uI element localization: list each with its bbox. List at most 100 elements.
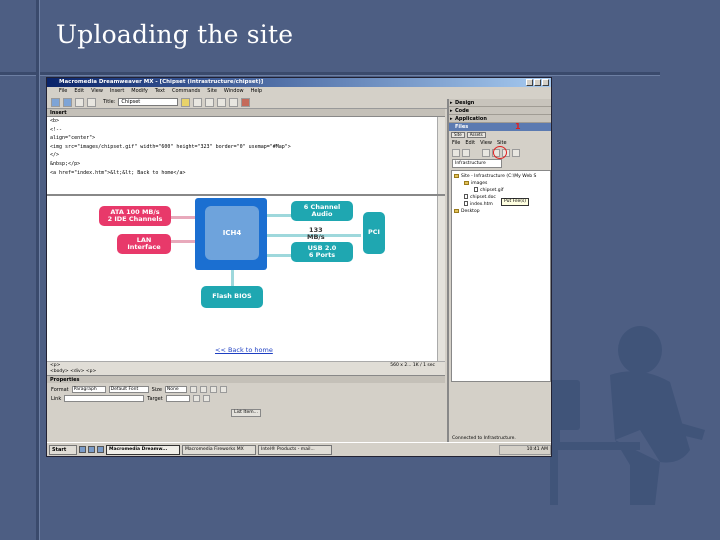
format-select[interactable]: Paragraph xyxy=(71,386,106,393)
design-view[interactable]: ATA 100 MB/s 2 IDE Channels LAN Interfac… xyxy=(47,196,445,361)
system-clock: 10:41 AM xyxy=(499,444,551,455)
current-tag[interactable]: <p> xyxy=(50,363,60,368)
refresh-files-icon[interactable] xyxy=(462,148,470,157)
menu-modify[interactable]: Modify xyxy=(131,87,148,96)
menu-view[interactable]: View xyxy=(91,87,103,96)
quick-launch-icon[interactable] xyxy=(97,446,104,453)
files-menu-file[interactable]: File xyxy=(452,139,460,147)
code-line: <b> xyxy=(50,118,60,124)
task-dreamweaver[interactable]: Macromedia Dreamw... xyxy=(106,444,180,455)
back-to-home-link[interactable]: << Back to home xyxy=(215,346,273,354)
size-select[interactable]: None xyxy=(164,386,187,393)
menu-help[interactable]: Help xyxy=(251,87,262,96)
files-menu-view[interactable]: View xyxy=(480,139,492,147)
check-in-icon[interactable] xyxy=(512,148,520,157)
align-left-icon[interactable] xyxy=(209,386,217,393)
files-menu-edit[interactable]: Edit xyxy=(465,139,475,147)
menu-window[interactable]: Window xyxy=(224,87,244,96)
window-size-download: 560 x 2... 1K / 1 sec xyxy=(390,363,435,368)
align-center-icon[interactable] xyxy=(219,386,227,393)
dreamweaver-screenshot: Macromedia Dreamweaver MX - [Chipset (in… xyxy=(46,77,552,457)
tag-selector-bar: <p> 560 x 2... 1K / 1 sec xyxy=(47,361,445,368)
menu-insert[interactable]: Insert xyxy=(110,87,124,96)
code-view[interactable]: <b> <!-- align="center"> <img src="image… xyxy=(47,117,445,196)
panel-application[interactable]: Application xyxy=(449,115,551,123)
code-line: </> xyxy=(50,152,60,159)
bus-speed-label: 133 MB/s xyxy=(307,226,325,241)
desktop-icon xyxy=(454,208,459,213)
view-options-icon[interactable] xyxy=(241,97,251,107)
insert-bar[interactable]: Insert xyxy=(47,109,445,117)
close-button[interactable] xyxy=(542,79,549,86)
get-file-icon[interactable] xyxy=(482,148,490,157)
panel-code[interactable]: Code xyxy=(449,107,551,115)
tree-item[interactable]: chipset.gif xyxy=(454,187,548,194)
connection-status: Connected to Infrastructure. xyxy=(452,436,516,441)
unordered-list-icon[interactable] xyxy=(192,395,200,402)
size-label: Size xyxy=(151,386,162,393)
connector-line xyxy=(167,216,197,219)
task-fireworks[interactable]: Macromedia Fireworks MX xyxy=(182,444,256,455)
quick-launch-icon[interactable] xyxy=(79,446,86,453)
design-scrollbar[interactable] xyxy=(437,196,445,361)
maximize-button[interactable] xyxy=(534,79,541,86)
font-select[interactable]: Default Font xyxy=(108,386,149,393)
window-title: Macromedia Dreamweaver MX - [Chipset (in… xyxy=(59,79,264,85)
panel-files[interactable]: Files xyxy=(449,123,551,131)
code-view-icon[interactable] xyxy=(51,97,60,107)
live-data-icon[interactable] xyxy=(87,97,96,107)
refresh-icon[interactable] xyxy=(205,97,215,107)
file-icon xyxy=(464,201,468,206)
title-label: Title: xyxy=(103,99,116,105)
code-scrollbar[interactable] xyxy=(437,117,445,194)
site-select[interactable]: Infrastructure xyxy=(452,159,502,168)
document-area: Insert <b> <!-- align="center"> <img src… xyxy=(47,109,445,456)
reference-icon[interactable] xyxy=(217,97,227,107)
format-label: Format xyxy=(51,386,69,393)
properties-header[interactable]: Properties xyxy=(47,375,445,383)
connector-line xyxy=(167,240,197,243)
audio-box: 6 Channel Audio xyxy=(291,201,353,221)
quick-launch-icon[interactable] xyxy=(88,446,95,453)
connect-icon[interactable] xyxy=(452,148,460,157)
tag-path[interactable]: <body> <div> <p> xyxy=(47,368,445,375)
split-view-icon[interactable] xyxy=(63,97,72,107)
task-browser[interactable]: Intel® Products - mail... xyxy=(258,444,332,455)
ordered-list-icon[interactable] xyxy=(202,395,210,402)
panel-design[interactable]: Design xyxy=(449,99,551,107)
window-titlebar: Macromedia Dreamweaver MX - [Chipset (in… xyxy=(47,78,551,87)
start-button[interactable]: Start xyxy=(49,444,77,455)
menu-site[interactable]: Site xyxy=(207,87,217,96)
pci-box: PCI xyxy=(363,212,385,254)
target-label: Target xyxy=(147,395,163,402)
code-navigation-icon[interactable] xyxy=(229,97,239,107)
code-line: align="center"> xyxy=(50,135,96,142)
minimize-button[interactable] xyxy=(526,79,533,86)
annotation-number: 1 xyxy=(515,122,521,131)
italic-icon[interactable] xyxy=(199,386,207,393)
bold-icon[interactable] xyxy=(189,386,197,393)
preview-icon[interactable] xyxy=(193,97,203,107)
tab-assets[interactable]: Assets xyxy=(466,132,486,138)
file-management-icon[interactable] xyxy=(181,97,191,107)
menu-edit[interactable]: Edit xyxy=(74,87,84,96)
link-input[interactable] xyxy=(64,395,145,402)
tree-item[interactable]: Site - Infrastructure (C:\My Web S xyxy=(454,173,548,180)
target-select[interactable] xyxy=(165,395,190,402)
files-tabs: Site Assets xyxy=(449,131,551,139)
folder-icon xyxy=(454,173,459,178)
design-view-icon[interactable] xyxy=(75,97,84,107)
bios-box: Flash BIOS xyxy=(201,286,263,308)
menu-commands[interactable]: Commands xyxy=(172,87,200,96)
menu-file[interactable]: File xyxy=(59,87,67,96)
tree-item[interactable]: images xyxy=(454,180,548,187)
list-item-button[interactable]: List Item... xyxy=(231,409,261,417)
vertical-rule xyxy=(36,0,40,540)
tab-site[interactable]: Site xyxy=(451,132,465,138)
page-title-input[interactable]: Chipset xyxy=(118,98,179,106)
code-line: <!-- xyxy=(50,126,63,133)
files-toolbar xyxy=(449,146,551,159)
menu-text[interactable]: Text xyxy=(155,87,165,96)
ich-box: ICH4 xyxy=(205,206,259,260)
tree-item[interactable]: Desktop xyxy=(454,208,548,215)
